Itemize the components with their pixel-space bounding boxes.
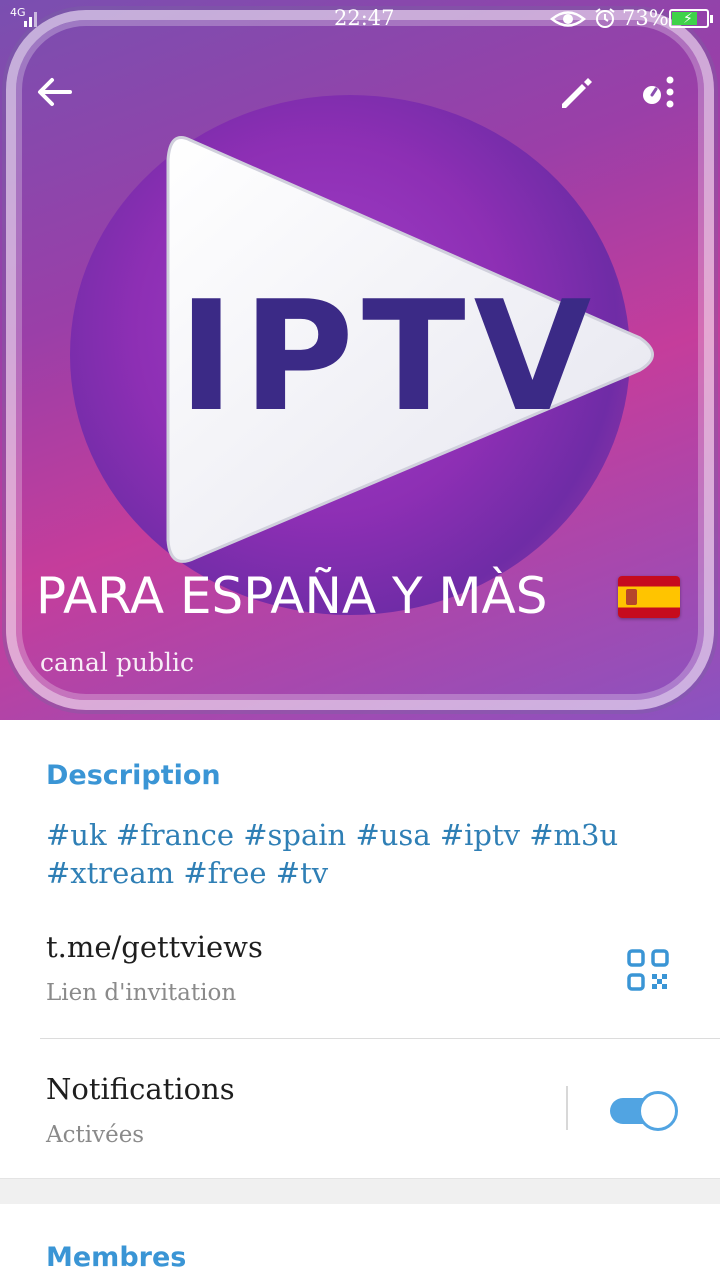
channel-header-image[interactable]: IPTV PARA ESPAÑA Y MÀS canal public	[0, 0, 720, 720]
qr-code-icon[interactable]	[626, 948, 670, 992]
divider	[40, 1038, 720, 1039]
vertical-divider	[566, 1086, 568, 1130]
notifications-row[interactable]: Notifications Activées	[0, 1040, 720, 1178]
notifications-toggle[interactable]	[610, 1090, 678, 1131]
back-arrow-icon[interactable]	[30, 68, 78, 116]
description-hashtags[interactable]: #uk #france #spain #usa #iptv #m3u #xtre…	[46, 816, 686, 892]
charging-bolt-icon: ⚡	[683, 11, 693, 27]
members-section: Membres	[0, 1204, 720, 1280]
description-title: Description	[46, 760, 221, 791]
signal-icon	[24, 12, 37, 27]
channel-type-label: canal public	[40, 648, 194, 677]
section-gap	[0, 1178, 720, 1204]
members-title: Membres	[46, 1242, 187, 1273]
edit-pencil-icon[interactable]	[552, 68, 600, 116]
logo-caption: PARA ESPAÑA Y MÀS	[36, 567, 548, 625]
invite-link-row[interactable]: t.me/gettviews Lien d'invitation	[0, 916, 720, 1038]
spain-flag-icon	[618, 576, 680, 618]
notifications-title: Notifications	[46, 1072, 235, 1106]
toggle-knob	[638, 1091, 678, 1131]
battery-icon: ⚡	[669, 9, 713, 28]
notifications-status: Activées	[46, 1122, 145, 1148]
logo-iptv-text: IPTV	[178, 268, 600, 445]
battery-percent: 73%	[622, 6, 669, 30]
status-bar: 4G 22:47 73% ⚡	[0, 0, 720, 36]
clock-time: 22:47	[334, 6, 395, 30]
invite-link-label: Lien d'invitation	[46, 980, 237, 1006]
more-options-icon[interactable]	[636, 68, 684, 116]
channel-info-card: Description #uk #france #spain #usa #ipt…	[0, 720, 720, 1180]
eye-icon	[550, 11, 586, 27]
alarm-icon	[595, 8, 615, 28]
invite-link-value[interactable]: t.me/gettviews	[46, 930, 263, 964]
